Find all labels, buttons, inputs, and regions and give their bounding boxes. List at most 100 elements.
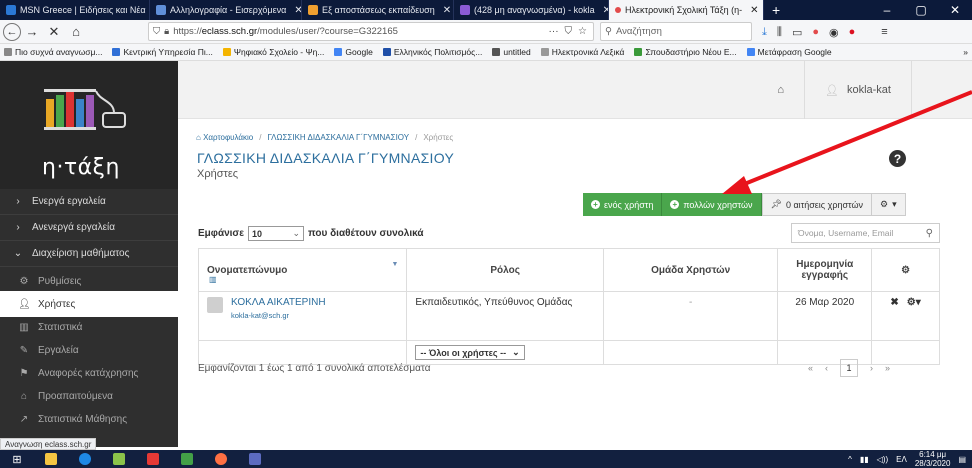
breadcrumb: ⌂ Χαρτοφυλάκιο / ΓΛΩΣΣΙΚΗ ΔΙΔΑΣΚΑΛΙΑ Γ΄Γ…	[196, 133, 454, 142]
taskbar-app[interactable]	[204, 450, 238, 468]
last-page-button[interactable]: »	[885, 363, 890, 373]
bookmark-most-visited[interactable]: Πιο συχνά αναγνωσμ...	[4, 47, 102, 57]
current-page-button[interactable]: 1	[840, 359, 859, 377]
clock[interactable]: 6:14 μμ 28/3/2020	[915, 450, 951, 468]
settings-dropdown-button[interactable]: ⚙ ▾	[870, 193, 906, 216]
bookmark-central-service[interactable]: Κεντρική Υπηρεσία Πι...	[112, 47, 213, 57]
home-icon[interactable]: ⌂	[65, 22, 87, 42]
new-tab-button[interactable]: +	[764, 0, 788, 20]
page-subtitle: Χρήστες	[197, 168, 239, 180]
taskbar-app[interactable]	[238, 450, 272, 468]
role-filter-select[interactable]: -- Όλοι οι χρήστες -- ⌄	[415, 345, 525, 360]
pdf-icon	[147, 453, 159, 465]
extension-icon[interactable]: ◉	[829, 26, 839, 39]
add-many-users-button[interactable]: + πολλών χρηστών	[662, 193, 762, 216]
user-settings-icon[interactable]: ⚙▾	[907, 297, 921, 308]
library-icon[interactable]: ⫼	[777, 26, 782, 39]
close-window-icon[interactable]: ✕	[938, 0, 972, 20]
taskbar-app[interactable]	[34, 450, 68, 468]
column-header-group[interactable]: Ομάδα Χρηστών	[604, 249, 779, 291]
breadcrumb-home[interactable]: ⌂ Χαρτοφυλάκιο	[196, 133, 253, 142]
user-name-link[interactable]: ΚΟΚΛΑ ΑΙΚΑΤΕΡΙΝΗ	[231, 297, 326, 308]
home-icon[interactable]: ⌂	[777, 84, 784, 96]
divider	[804, 61, 805, 119]
prev-page-button[interactable]: ‹	[825, 363, 828, 373]
adblock-icon[interactable]: ●	[849, 26, 856, 38]
user-email-link[interactable]: kokla-kat@sch.gr	[231, 311, 326, 320]
maximize-icon[interactable]: ▢	[904, 0, 938, 20]
user-requests-button[interactable]: 📌︎ 0 αιτήσεις χρηστών	[761, 193, 871, 216]
logo[interactable]: η·τάξη	[0, 61, 178, 189]
star-icon[interactable]: ☆	[578, 26, 587, 37]
sort-icon: ▼	[391, 261, 399, 268]
network-icon[interactable]: ▮▮	[860, 455, 869, 464]
browser-search-bar[interactable]: ⚲ Αναζήτηση	[600, 22, 752, 41]
language-indicator[interactable]: ΕΛ	[896, 455, 907, 464]
minimize-icon[interactable]: –	[870, 0, 904, 20]
gears-icon: ⚙	[901, 264, 911, 276]
school-icon	[308, 5, 318, 15]
volume-icon[interactable]: ◁))	[877, 455, 888, 464]
forward-button[interactable]: →	[21, 22, 43, 42]
bookmark-google[interactable]: Google	[334, 47, 373, 57]
stop-button[interactable]: ✕	[43, 22, 65, 42]
close-icon[interactable]: ✕	[290, 5, 301, 16]
back-button[interactable]: ←	[3, 22, 21, 41]
taskbar-app[interactable]	[170, 450, 204, 468]
flag-icon: ⚑	[19, 367, 29, 379]
pinterest-icon[interactable]: ●	[812, 26, 819, 38]
bookmark-translate[interactable]: Μετάφραση Google	[746, 47, 832, 57]
translate-icon	[746, 48, 755, 56]
user-search-input[interactable]: Όνομα, Username, Email ⚲	[791, 223, 940, 243]
user-stats-icon[interactable]: ▥	[209, 275, 217, 284]
delete-user-icon[interactable]: ✖	[890, 297, 898, 308]
chevron-right-icon: ›	[16, 222, 20, 233]
menu-icon[interactable]: ≡	[881, 26, 887, 38]
taskbar-app[interactable]	[136, 450, 170, 468]
pocket-icon[interactable]: ⛉	[565, 26, 573, 37]
browser-tab-msn[interactable]: MSN Greece | Ειδήσεις και Νέα✕	[0, 0, 150, 20]
start-button[interactable]: ⊞	[0, 450, 34, 468]
bookmark-study-room[interactable]: Σπουδαστήριο Νέου Ε...	[634, 47, 737, 57]
browser-tab-eclass[interactable]: Ηλεκτρονική Σχολική Τάξη (η- ✕	[609, 0, 764, 20]
close-icon[interactable]: ✕	[599, 5, 608, 16]
column-header-date[interactable]: Ημερομηνία εγγραφής	[778, 249, 873, 291]
wrench-icon: ✎	[19, 344, 29, 356]
next-page-button[interactable]: ›	[870, 363, 873, 373]
results-info: Εμφανίζονται 1 έως 1 από 1 συνολικά αποτ…	[198, 363, 431, 374]
add-one-user-button[interactable]: + ενός χρήστη	[583, 193, 663, 216]
more-icon[interactable]: ···	[549, 26, 559, 37]
bookmark-greek-culture[interactable]: Ελληνικός Πολιτισμός...	[382, 47, 482, 57]
sidebar-item-active-tools[interactable]: › Ενεργά εργαλεία	[0, 189, 178, 215]
chevron-down-icon: ⌄	[292, 228, 301, 238]
status-bar: Αναγνωση eclass.sch.gr	[0, 438, 97, 450]
avatar	[207, 297, 223, 313]
chevron-up-icon[interactable]: ^	[848, 455, 852, 464]
sidebar-item-inactive-tools[interactable]: › Ανενεργά εργαλεία	[0, 215, 178, 241]
sidebar-icon[interactable]: ▭	[792, 26, 802, 39]
notification-icon[interactable]: ▤	[958, 455, 966, 464]
taskbar-app[interactable]	[68, 450, 102, 468]
column-header-role[interactable]: Ρόλος	[407, 249, 604, 291]
first-page-button[interactable]: «	[808, 363, 813, 373]
close-icon[interactable]: ✕	[746, 5, 758, 16]
column-header-name[interactable]: Ονοματεπώνυμο ▼	[199, 249, 408, 291]
more-bookmarks-icon[interactable]: »	[963, 47, 972, 57]
bookmark-icon	[492, 48, 501, 56]
taskbar-app[interactable]	[102, 450, 136, 468]
sidebar-item-course-admin[interactable]: ⌄ Διαχείριση μαθήματος	[0, 241, 178, 267]
close-icon[interactable]: ✕	[439, 5, 451, 16]
bookmark-digital-school[interactable]: Ψηφιακό Σχολείο - Ψη...	[222, 47, 324, 57]
browser-tab-distance-learning[interactable]: Εξ αποστάσεως εκπαίδευση ✕	[302, 0, 454, 20]
download-icon[interactable]: ⤓	[762, 26, 767, 39]
browser-tab-mail[interactable]: Αλληλογραφία - Εισερχόμενα ✕	[150, 0, 302, 20]
breadcrumb-course[interactable]: ΓΛΩΣΣΙΚΗ ΔΙΔΑΣΚΑΛΙΑ Γ΄ΓΥΜΝΑΣΙΟΥ	[267, 133, 409, 142]
bookmark-untitled[interactable]: untitled	[492, 47, 531, 57]
url-bar[interactable]: ⛉ 🔒︎ https://eclass.sch.gr/modules/user/…	[148, 22, 594, 41]
user-menu[interactable]: 👤︎ kokla-kat	[825, 84, 891, 97]
page-length-select[interactable]: 10 ⌄	[248, 226, 305, 241]
bookmark-dictionaries[interactable]: Ηλεκτρονικά Λεξικά	[540, 47, 624, 57]
sidebar-item-learning-stats[interactable]: ↗ Στατιστικά Μάθησης	[0, 406, 178, 432]
help-icon[interactable]: ?	[889, 150, 906, 167]
browser-tab-unread[interactable]: (428 μη αναγνωσμένα) - kokla✕	[454, 0, 609, 20]
